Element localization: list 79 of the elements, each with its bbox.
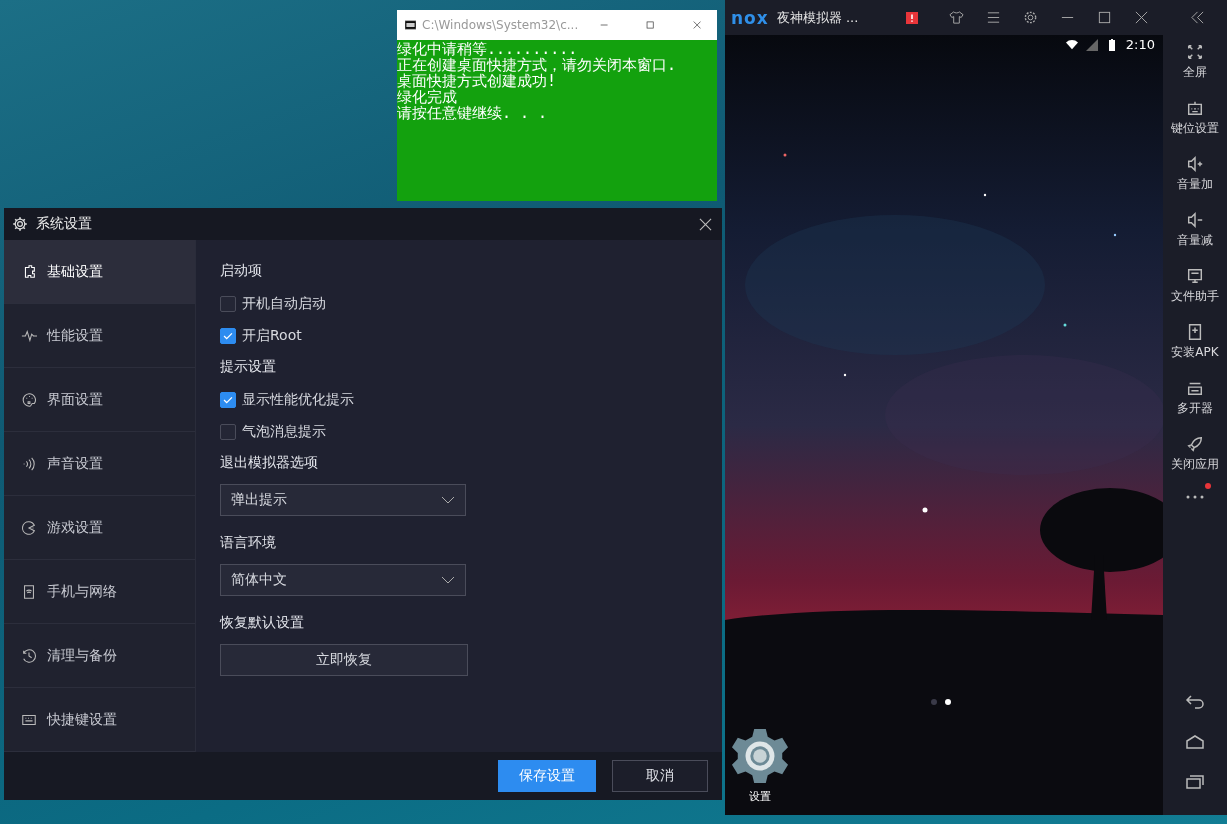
checkbox-label: 开机自动启动 <box>242 295 326 313</box>
recent-apps-icon[interactable] <box>1185 775 1205 789</box>
dropdown[interactable]: 简体中文 <box>220 564 466 596</box>
toolbar-item[interactable]: 全屏 <box>1183 43 1207 99</box>
tool-icon <box>1186 43 1204 61</box>
console-line: 正在创建桌面快捷方式，请勿关闭本窗口. <box>397 57 678 73</box>
caret-icon <box>441 576 455 584</box>
tool-icon <box>1186 155 1204 173</box>
dropdown[interactable]: 弹出提示 <box>220 484 466 516</box>
console-icon <box>405 19 416 31</box>
section-heading: 语言环境 <box>220 533 277 552</box>
nav-item[interactable]: 界面设置 <box>4 368 195 432</box>
close-icon[interactable] <box>692 19 701 31</box>
settings-icon <box>12 216 28 232</box>
close-icon[interactable] <box>1134 10 1149 25</box>
checkbox[interactable] <box>220 424 236 440</box>
toolbar-item[interactable]: 多开器 <box>1177 379 1213 435</box>
toolbar-item[interactable]: 安装APK <box>1171 323 1219 379</box>
nav-item[interactable]: 游戏设置 <box>4 496 195 560</box>
console-line: 绿化中请稍等.......... <box>397 41 579 57</box>
checkbox-label: 开启Root <box>242 327 302 345</box>
home-icon[interactable] <box>1185 735 1205 749</box>
nav-item[interactable]: 清理与备份 <box>4 624 195 688</box>
clock: 2:10 <box>1125 37 1155 52</box>
console-line: 桌面快捷方式创建成功! <box>397 73 558 89</box>
checkbox[interactable] <box>220 392 236 408</box>
restore-button[interactable]: 立即恢复 <box>220 644 468 676</box>
nav-item[interactable]: 基础设置 <box>4 240 195 304</box>
tool-icon <box>1186 99 1204 117</box>
logo: nox <box>731 7 769 28</box>
tool-icon <box>1186 267 1204 285</box>
window-title: 系统设置 <box>36 215 93 233</box>
wifi-icon <box>1065 38 1078 51</box>
nav-icon <box>21 327 37 344</box>
nav-icon <box>21 519 37 536</box>
back-icon[interactable] <box>1185 695 1205 709</box>
collapse-icon[interactable] <box>1190 10 1205 25</box>
page-dot[interactable] <box>931 699 937 705</box>
maximize-icon[interactable] <box>1097 10 1112 25</box>
console-line: 请按任意键继续. . . <box>397 105 549 121</box>
nav-icon <box>21 647 37 664</box>
alert-icon[interactable] <box>906 11 919 24</box>
section-heading: 恢复默认设置 <box>220 613 305 632</box>
menu-icon[interactable] <box>986 10 1001 25</box>
nav-icon <box>21 583 37 600</box>
close-icon[interactable] <box>699 217 712 231</box>
toolbar-item[interactable]: 音量加 <box>1177 155 1213 211</box>
section-heading: 启动项 <box>220 261 263 280</box>
checkbox-label: 气泡消息提示 <box>242 423 326 441</box>
checkbox-label: 显示性能优化提示 <box>242 391 354 409</box>
tool-icon <box>1186 323 1204 341</box>
window-title: 夜神模拟器 ... <box>776 8 859 27</box>
tool-icon <box>1186 435 1204 453</box>
checkbox[interactable] <box>220 328 236 344</box>
nav-item[interactable]: 声音设置 <box>4 432 195 496</box>
more-icon[interactable] <box>1185 493 1205 499</box>
tool-icon <box>1186 211 1204 229</box>
console-line: 绿化完成 <box>397 89 457 105</box>
nav-item[interactable]: 性能设置 <box>4 304 195 368</box>
window-title: C:\Windows\System32\c... <box>422 18 579 32</box>
caret-icon <box>441 496 455 504</box>
gear-icon[interactable] <box>731 727 789 785</box>
page-dot[interactable] <box>945 699 951 705</box>
shirt-icon[interactable] <box>949 10 964 25</box>
checkbox[interactable] <box>220 296 236 312</box>
settings-icon[interactable] <box>1023 10 1038 25</box>
signal-icon <box>1085 38 1098 51</box>
toolbar-item[interactable]: 文件助手 <box>1171 267 1219 323</box>
cancel-button[interactable]: 取消 <box>612 760 708 792</box>
section-heading: 提示设置 <box>220 357 277 376</box>
maximize-icon[interactable] <box>646 19 655 31</box>
nav-icon <box>21 391 37 408</box>
section-heading: 退出模拟器选项 <box>220 453 319 472</box>
app-label: 设置 <box>749 789 771 804</box>
toolbar-item[interactable]: 键位设置 <box>1171 99 1219 155</box>
nav-icon <box>21 455 37 472</box>
toolbar-item[interactable]: 关闭应用 <box>1171 435 1219 491</box>
toolbar-item[interactable]: 音量减 <box>1177 211 1213 267</box>
nav-item[interactable]: 手机与网络 <box>4 560 195 624</box>
